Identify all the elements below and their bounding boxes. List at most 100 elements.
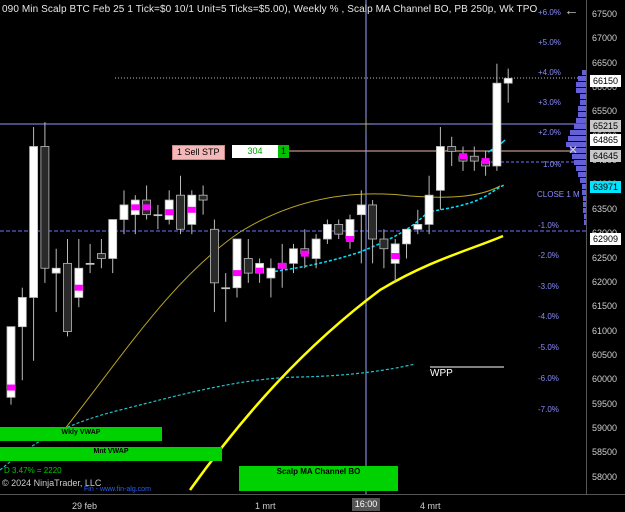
percent-label: +3.0% (538, 98, 561, 107)
profile-bar (576, 166, 586, 171)
price-tick: 59500 (592, 398, 618, 409)
price-tick: 62500 (592, 252, 618, 263)
price-tick: 63500 (592, 203, 618, 214)
candle-body (198, 194, 208, 201)
profile-bar (578, 172, 586, 177)
candle-body (51, 267, 61, 274)
percent-label: +2.0% (538, 128, 561, 137)
candle-body (289, 248, 298, 264)
candle-body (176, 194, 185, 230)
candle-body (153, 214, 163, 217)
date-label: 29 feb (72, 501, 98, 511)
candle-body (469, 155, 479, 162)
close-level-label: CLOSE 1 M (537, 190, 580, 199)
poc-mark (187, 206, 196, 213)
candle-body (221, 287, 231, 290)
profile-bar (576, 82, 586, 87)
sell-stop-order-label[interactable]: 1 Sell STP (172, 145, 225, 160)
price-tick: 66500 (592, 57, 618, 68)
candle-body (17, 297, 27, 328)
candle-body (40, 146, 50, 269)
profile-bar (576, 88, 586, 93)
poc-mark (165, 209, 174, 216)
candle-body (63, 262, 72, 332)
wkly-vwap-bar: Wkly VWAP (0, 427, 162, 441)
close-icon[interactable]: ✕ (568, 143, 578, 157)
crosshair-time: 16:00 (352, 498, 380, 511)
candle-body (74, 267, 84, 298)
candle-body (447, 146, 457, 152)
poc-mark (142, 204, 151, 211)
candle-body (209, 228, 219, 284)
profile-bar (574, 124, 586, 129)
percent-label: -1.0% (538, 221, 559, 230)
percent-label: -4.0% (538, 312, 559, 321)
candle-body (108, 219, 118, 259)
poc-mark (233, 270, 241, 277)
candle-body (368, 204, 378, 240)
candle-body (311, 238, 321, 259)
poc-mark (74, 284, 83, 291)
percent-label: +6.0% (538, 8, 561, 17)
price-box: 62909 (590, 232, 622, 245)
poc-mark (459, 153, 467, 160)
price-tick: 67000 (592, 33, 618, 44)
percent-label: -2.0% (538, 251, 559, 260)
arrow-left-icon[interactable]: ← (564, 3, 579, 18)
price-tick: 59000 (592, 422, 618, 433)
percent-label: +5.0% (538, 38, 561, 47)
profile-bar (570, 130, 586, 135)
percent-label: -3.0% (538, 282, 559, 291)
candle-body (435, 146, 445, 191)
candle-body (356, 204, 366, 216)
price-tick: 60500 (592, 349, 618, 360)
date-label: 4 mrt (420, 501, 441, 511)
candle-body (29, 146, 39, 298)
order-count[interactable]: 1 (278, 145, 289, 158)
percent-label: -6.0% (538, 374, 559, 383)
poc-mark (7, 384, 15, 391)
order-quantity[interactable]: 304 (232, 145, 278, 158)
price-tick: 60000 (592, 374, 618, 385)
price-box: 64865 (590, 134, 622, 147)
poc-mark (391, 253, 400, 260)
candle-body (379, 238, 389, 250)
price-tick: 65500 (592, 106, 618, 117)
price-tick: 62000 (592, 276, 618, 287)
profile-bar (578, 112, 586, 117)
poc-mark (346, 236, 354, 243)
chart-title: 090 Min Scalp BTC Feb 25 1 Tick=$0 10/1 … (2, 4, 538, 15)
poc-mark (255, 267, 264, 274)
candle-body (266, 267, 276, 279)
candle-body (85, 262, 95, 265)
percent-label: +4.0% (538, 68, 561, 77)
price-tick: 58000 (592, 471, 618, 482)
percent-label: 1.0% (543, 160, 562, 169)
poc-mark (300, 250, 309, 257)
site-link[interactable]: Fin - www.fin-alg.com (84, 486, 151, 493)
candle-body (424, 194, 434, 225)
price-box: 64645 (590, 150, 622, 163)
candle-body (413, 224, 423, 230)
ma-line (59, 185, 501, 436)
profile-bar (574, 160, 586, 165)
candle-body (232, 238, 242, 289)
percent-label: -7.0% (538, 405, 559, 414)
poc-mark (278, 262, 287, 269)
price-tick: 67500 (592, 9, 618, 19)
candle-body (119, 204, 129, 220)
candlestick-series (6, 63, 513, 405)
price-tick: 61500 (592, 301, 618, 312)
scalp-ma-channel-bar: Scalp MA Channel BO (239, 466, 398, 491)
price-box: 66150 (590, 74, 622, 87)
poc-mark (131, 204, 140, 211)
profile-bar (578, 106, 586, 111)
candle-body (402, 228, 411, 245)
profile-bar (576, 118, 586, 123)
mnt-vwap-bar: Mnt VWAP (0, 447, 222, 461)
price-box: 63971 (590, 180, 622, 193)
price-tick: 58500 (592, 447, 618, 458)
candle-body (243, 258, 253, 274)
price-tick: 61000 (592, 325, 618, 336)
candle-body (322, 224, 332, 240)
